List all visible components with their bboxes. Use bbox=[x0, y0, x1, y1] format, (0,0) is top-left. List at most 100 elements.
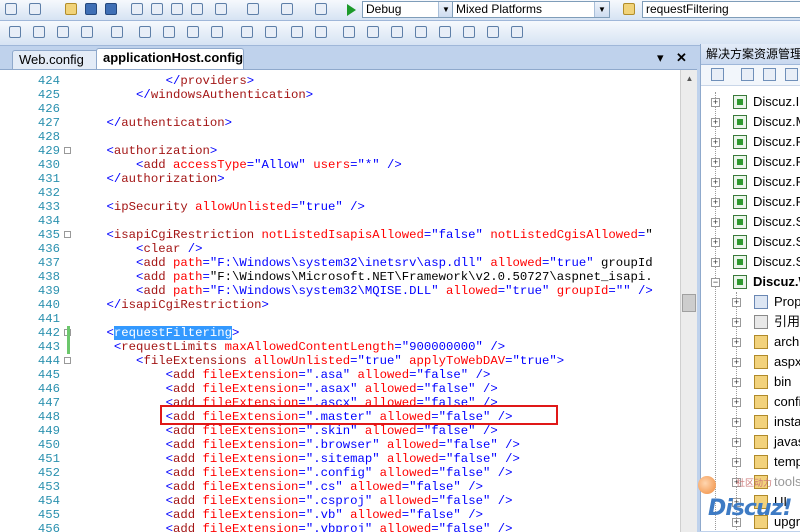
tab-web-config[interactable]: Web.config bbox=[12, 50, 106, 69]
tree-item-folder[interactable]: + temp bbox=[701, 452, 800, 472]
tree-item-project[interactable]: + Discuz.S bbox=[701, 252, 800, 272]
cut-icon[interactable] bbox=[128, 1, 146, 18]
find-in-files-icon[interactable] bbox=[620, 1, 638, 18]
code-line[interactable]: 431 </authorization> bbox=[0, 172, 680, 186]
tree-item-project[interactable]: + Discuz.P bbox=[701, 192, 800, 212]
navigate-forward-icon[interactable] bbox=[312, 1, 330, 18]
code-line[interactable]: 446 <add fileExtension=".asax" allowed="… bbox=[0, 382, 680, 396]
display-parameter-info-icon[interactable] bbox=[160, 24, 178, 41]
delete-icon[interactable] bbox=[188, 1, 206, 18]
code-line[interactable]: 434 bbox=[0, 214, 680, 228]
code-line[interactable]: 451 <add fileExtension=".sitemap" allowe… bbox=[0, 452, 680, 466]
code-line[interactable]: 430 <add accessType="Allow" users="*" /> bbox=[0, 158, 680, 172]
code-line[interactable]: 429 <authorization> bbox=[0, 144, 680, 158]
code-line[interactable]: 427 </authentication> bbox=[0, 116, 680, 130]
decrease-indent-icon[interactable] bbox=[238, 24, 256, 41]
properties-icon[interactable] bbox=[711, 68, 724, 81]
display-word-completion-icon[interactable] bbox=[208, 24, 226, 41]
navigate-backward-icon[interactable] bbox=[278, 1, 296, 18]
previous-bookmark-folder-icon[interactable] bbox=[412, 24, 430, 41]
toolbar-icon[interactable] bbox=[108, 24, 126, 41]
increase-indent-icon[interactable] bbox=[262, 24, 280, 41]
collapse-icon[interactable]: − bbox=[711, 278, 720, 287]
tree-item-project[interactable]: + Discuz.P bbox=[701, 152, 800, 172]
expand-icon[interactable]: + bbox=[711, 138, 720, 147]
code-line[interactable]: 445 <add fileExtension=".asa" allowed="f… bbox=[0, 368, 680, 382]
code-line[interactable]: 424 </providers> bbox=[0, 74, 680, 88]
scroll-up-icon[interactable]: ▲ bbox=[683, 72, 696, 85]
fold-toggle-icon[interactable] bbox=[64, 357, 71, 364]
display-quick-info-icon[interactable] bbox=[184, 24, 202, 41]
expand-icon[interactable]: + bbox=[711, 158, 720, 167]
code-line[interactable]: 433 <ipSecurity allowUnlisted="true" /> bbox=[0, 200, 680, 214]
expand-icon[interactable]: + bbox=[732, 318, 741, 327]
code-line[interactable]: 437 <add path="F:\Windows\system32\inets… bbox=[0, 256, 680, 270]
save-icon[interactable] bbox=[82, 1, 100, 18]
code-line[interactable]: 441 bbox=[0, 312, 680, 326]
expand-icon[interactable]: + bbox=[732, 458, 741, 467]
solution-platform-dropdown[interactable]: Mixed Platforms ▼ bbox=[452, 1, 610, 18]
next-bookmark-icon[interactable] bbox=[388, 24, 406, 41]
chevron-down-icon[interactable]: ▼ bbox=[594, 2, 609, 17]
copy-icon[interactable] bbox=[148, 1, 166, 18]
expand-icon[interactable]: + bbox=[711, 218, 720, 227]
fold-toggle-icon[interactable] bbox=[64, 231, 71, 238]
refresh-icon[interactable] bbox=[763, 68, 776, 81]
code-line[interactable]: 435 <isapiCgiRestriction notListedIsapis… bbox=[0, 228, 680, 242]
solution-configuration-dropdown[interactable]: Debug ▼ bbox=[362, 1, 454, 18]
code-editor[interactable]: 424 </providers> 425 </windowsAuthenticat… bbox=[0, 69, 697, 532]
expand-icon[interactable]: + bbox=[711, 198, 720, 207]
previous-bookmark-icon[interactable] bbox=[364, 24, 382, 41]
tree-item-folder[interactable]: + confi bbox=[701, 392, 800, 412]
code-line[interactable]: 426 bbox=[0, 102, 680, 116]
toggle-bookmark-icon[interactable] bbox=[340, 24, 358, 41]
fold-toggle-icon[interactable] bbox=[64, 147, 71, 154]
tree-item-folder[interactable]: + insta bbox=[701, 412, 800, 432]
code-line[interactable]: 443 <requestLimits maxAllowedContentLeng… bbox=[0, 340, 680, 354]
close-icon[interactable]: ✕ bbox=[676, 50, 687, 66]
tree-item-folder[interactable]: + archi bbox=[701, 332, 800, 352]
expand-icon[interactable]: + bbox=[732, 418, 741, 427]
expand-icon[interactable]: + bbox=[732, 298, 741, 307]
code-line[interactable]: 452 <add fileExtension=".config" allowed… bbox=[0, 466, 680, 480]
show-all-files-icon[interactable] bbox=[741, 68, 754, 81]
toolbar-icon[interactable] bbox=[2, 1, 20, 18]
expand-icon[interactable]: + bbox=[732, 358, 741, 367]
tree-item-project[interactable]: + Discuz.M bbox=[701, 112, 800, 132]
expand-icon[interactable]: + bbox=[711, 258, 720, 267]
toolbar-icon[interactable] bbox=[30, 24, 48, 41]
code-line[interactable]: 442 <requestFiltering> bbox=[0, 326, 680, 340]
scrollbar-thumb[interactable] bbox=[682, 294, 696, 312]
new-project-icon[interactable] bbox=[26, 1, 44, 18]
next-bookmark-folder-icon[interactable] bbox=[436, 24, 454, 41]
expand-icon[interactable]: + bbox=[711, 238, 720, 247]
expand-icon[interactable]: + bbox=[732, 398, 741, 407]
expand-icon[interactable]: + bbox=[732, 378, 741, 387]
tree-item-project[interactable]: − Discuz.W bbox=[701, 272, 800, 292]
code-line[interactable]: 432 bbox=[0, 186, 680, 200]
chevron-down-icon[interactable]: ▼ bbox=[438, 2, 453, 17]
toolbar-icon[interactable] bbox=[54, 24, 72, 41]
tree-item-folder[interactable]: + javas bbox=[701, 432, 800, 452]
expand-icon[interactable]: + bbox=[711, 118, 720, 127]
paste-icon[interactable] bbox=[168, 1, 186, 18]
code-line[interactable]: 454 <add fileExtension=".csproj" allowed… bbox=[0, 494, 680, 508]
tree-item-folder[interactable]: + aspx bbox=[701, 352, 800, 372]
toolbar-icon[interactable] bbox=[78, 24, 96, 41]
code-line[interactable]: 453 <add fileExtension=".cs" allowed="fa… bbox=[0, 480, 680, 494]
redo-icon[interactable] bbox=[244, 1, 262, 18]
code-line[interactable]: 450 <add fileExtension=".browser" allowe… bbox=[0, 438, 680, 452]
chevron-down-icon[interactable]: ▾ bbox=[657, 50, 664, 66]
previous-bookmark-document-icon[interactable] bbox=[460, 24, 478, 41]
next-bookmark-document-icon[interactable] bbox=[484, 24, 502, 41]
code-line[interactable]: 436 <clear /> bbox=[0, 242, 680, 256]
uncomment-icon[interactable] bbox=[312, 24, 330, 41]
clear-bookmarks-icon[interactable] bbox=[508, 24, 526, 41]
code-line[interactable]: 439 <add path="F:\Windows\system32\MQISE… bbox=[0, 284, 680, 298]
expand-icon[interactable]: + bbox=[711, 98, 720, 107]
undo-icon[interactable] bbox=[212, 1, 230, 18]
code-line[interactable]: 444 <fileExtensions allowUnlisted="true"… bbox=[0, 354, 680, 368]
comment-out-icon[interactable] bbox=[288, 24, 306, 41]
tree-item-project[interactable]: + Discuz.P bbox=[701, 132, 800, 152]
tree-item-folder[interactable]: + Prop bbox=[701, 292, 800, 312]
